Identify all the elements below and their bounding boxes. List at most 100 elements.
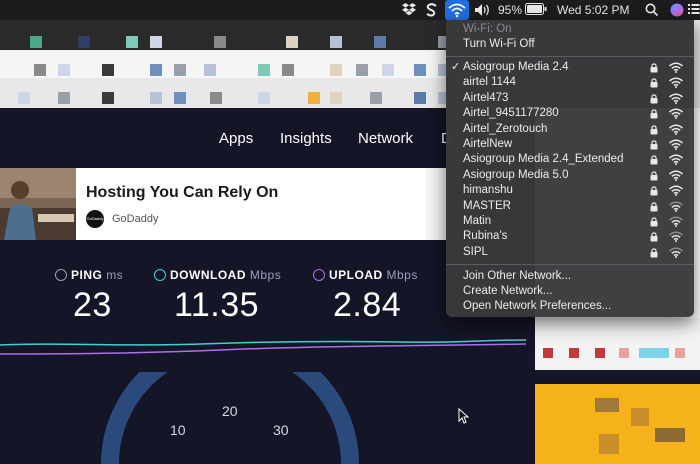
wifi-network-name: Asiogroup Media 2.4 [463,61,569,73]
join-other-network-item[interactable]: Join Other Network... [446,269,694,284]
wifi-network-item[interactable]: Rubina's [446,229,694,244]
wifi-network-item[interactable]: AirtelNew [446,137,694,152]
pixelated-block [370,92,382,104]
pixelated-block [356,64,368,76]
volume-icon[interactable] [474,0,492,20]
pixelated-block [126,36,138,48]
lock-icon [650,248,658,263]
download-value: 11.35 [174,286,260,324]
wifi-network-item[interactable]: SIPL [446,245,694,260]
spotlight-search-icon[interactable] [645,0,659,20]
wifi-network-item[interactable]: airtel 1144 [446,75,694,90]
pixelated-block [174,64,186,76]
wifi-network-item[interactable]: ✓ Asiogroup Media 2.4 [446,60,694,75]
ping-icon [55,269,67,281]
screen: Apps Insights Network D Hosting You Can … [0,0,700,464]
battery-icon[interactable] [525,0,547,20]
download-label: DOWNLOAD [170,268,246,282]
pixelated-block [286,36,298,48]
ad-edge [426,168,446,240]
pixelated-block [330,64,342,76]
ad-thumbnail [0,168,76,240]
wifi-network-item[interactable]: Airtel_Zerotouch [446,122,694,137]
wifi-network-name: airtel 1144 [463,76,516,89]
ping-metric: PING ms 23 [55,268,123,325]
notification-center-icon[interactable] [688,0,700,20]
ad-banner[interactable]: Hosting You Can Rely On GoDaddy GoDaddy [0,168,426,240]
pixelated-block [438,64,446,76]
nav-network[interactable]: Network [358,130,413,147]
menu-separator [446,56,694,57]
pixelated-block [150,92,162,104]
pixelated-block [204,64,216,76]
open-network-preferences-item[interactable]: Open Network Preferences... [446,299,694,314]
wifi-network-item[interactable]: Asiogroup Media 5.0 [446,168,694,183]
wifi-network-name: AirtelNew [463,138,513,150]
gauge-tick-30: 30 [273,422,289,438]
wifi-status-row: Wi-Fi: On [446,22,694,37]
open-network-preferences-label: Open Network Preferences... [463,300,612,312]
menu-separator [446,264,694,265]
wifi-network-item[interactable]: Matin [446,214,694,229]
pixelated-block [382,64,394,76]
join-other-network-label: Join Other Network... [463,270,572,282]
wifi-network-name: Asiogroup Media 5.0 [463,168,569,181]
wifi-status: Wi-Fi: On [463,23,512,35]
turn-wifi-off-item[interactable]: Turn Wi-Fi Off [446,37,694,52]
create-network-label: Create Network... [463,285,553,297]
pixelated-block [34,64,46,76]
pixelated-block [438,92,446,104]
create-network-item[interactable]: Create Network... [446,284,694,299]
pixelated-block [58,64,70,76]
upload-unit: Mbps [386,268,418,282]
upload-metric: UPLOAD Mbps 2.84 [313,268,418,325]
wifi-network-item[interactable]: Airtel_9451177280 [446,106,694,121]
pixelated-block [414,92,426,104]
pixelated-block [308,92,320,104]
wifi-menu-icon[interactable] [445,0,469,20]
app-s-icon[interactable] [426,0,438,20]
upload-graph-line [0,343,526,355]
pixelated-block [210,92,222,104]
pixelated-block [438,36,446,48]
siri-icon[interactable] [670,0,684,20]
download-unit: Mbps [249,268,282,282]
wifi-network-name: Airtel473 [463,91,509,104]
ping-unit: ms [106,268,124,282]
wifi-network-item[interactable]: himanshu [446,183,694,198]
pixelated-block [214,36,226,48]
pixelated-block [18,92,30,104]
wifi-network-name: Rubina's [463,230,508,243]
godaddy-logo: GoDaddy [86,210,104,228]
wifi-network-item[interactable]: Asiogroup Media 2.4_Extended [446,152,694,167]
dropbox-icon[interactable] [402,0,416,20]
upload-label: UPLOAD [329,268,383,282]
wifi-network-item[interactable]: MASTER [446,199,694,214]
battery-percent: 95% [498,3,523,17]
ping-value: 23 [73,286,112,324]
side-pixelated-strip [535,318,700,370]
wifi-dropdown-menu: Wi-Fi: On Turn Wi-Fi Off ✓ Asiogroup Medi… [446,20,694,317]
nav-insights[interactable]: Insights [280,130,332,147]
menu-bar: 95% Wed 5:02 PM [0,0,700,20]
pixelated-browser-chrome [0,20,446,108]
turn-wifi-off-label: Turn Wi-Fi Off [463,38,535,50]
wifi-network-name: Matin [463,215,492,227]
side-edge [694,20,700,108]
upload-value: 2.84 [333,286,402,324]
clock[interactable]: Wed 5:02 PM [557,0,629,20]
ad-title[interactable]: Hosting You Can Rely On [86,184,278,202]
wifi-network-item[interactable]: Airtel473 [446,91,694,106]
speed-graph [0,339,526,355]
pixelated-block [374,36,386,48]
pixelated-block [102,92,114,104]
nav-apps[interactable]: Apps [219,130,253,147]
wifi-network-name: MASTER [463,199,511,212]
checkmark-icon: ✓ [451,61,461,73]
gauge-tick-10: 10 [170,422,186,438]
upload-label-row: UPLOAD Mbps [313,268,418,282]
ping-label: PING [71,268,103,282]
wifi-network-name: Airtel_Zerotouch [463,122,548,135]
pixelated-block [150,36,162,48]
mouse-pointer-icon [458,408,470,424]
